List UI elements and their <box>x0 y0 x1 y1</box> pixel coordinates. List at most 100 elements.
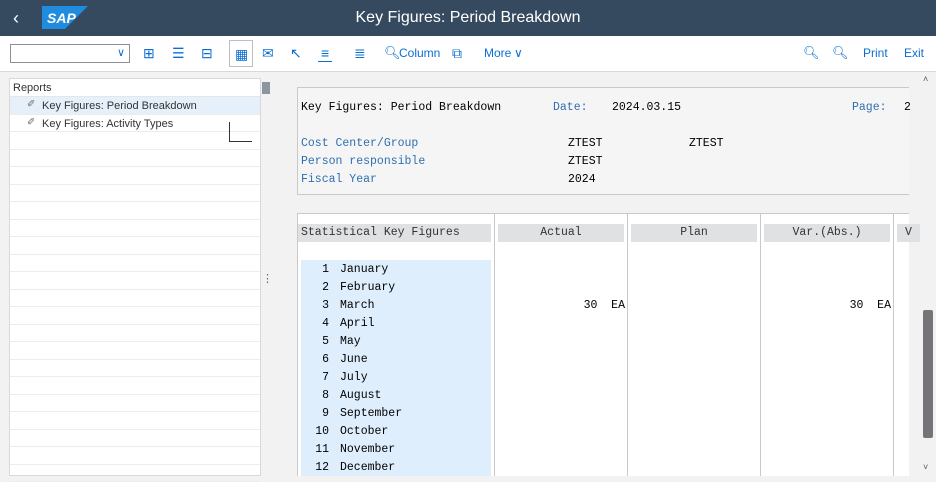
tree-item-period-breakdown[interactable]: ✐ Key Figures: Period Breakdown <box>10 97 260 115</box>
filter-icon[interactable]: ≣ <box>354 45 366 61</box>
tree-empty-row <box>10 412 260 430</box>
tree-empty-row <box>10 465 260 482</box>
mail-icon[interactable]: ✉ <box>262 45 274 61</box>
tree-empty-row <box>10 185 260 203</box>
row-number: 12 <box>278 461 329 474</box>
row-month: April <box>340 317 375 330</box>
row-month: March <box>340 299 375 312</box>
scroll-up-icon[interactable]: ˄ <box>923 74 928 84</box>
column-divider <box>494 213 495 476</box>
field-label-fiscal-year: Fiscal Year <box>301 173 377 186</box>
application-toolbar: ∨ ⊞ ☰ ⊟ ▦ ✉ ↖ ≡ ≣ 🔍︎ Column ⧉ More ∨ 🔍︎ … <box>0 36 936 72</box>
row-actual: 30 EA <box>584 299 625 312</box>
list-view-toggle[interactable]: ▦ <box>229 40 253 67</box>
month-column-highlight <box>301 260 491 476</box>
tree-empty-row <box>10 272 260 290</box>
row-month: December <box>340 461 395 474</box>
row-month: July <box>340 371 368 384</box>
column-header-plan[interactable]: Plan <box>631 224 757 242</box>
column-header-actual[interactable]: Actual <box>498 224 624 242</box>
tree-empty-row <box>10 255 260 273</box>
tree-item-label: Key Figures: Period Breakdown <box>42 100 197 112</box>
row-number: 9 <box>278 407 329 420</box>
row-number: 7 <box>278 371 329 384</box>
column-divider <box>627 213 628 476</box>
scrollbar-thumb[interactable] <box>923 310 933 438</box>
report-title: Key Figures: Period Breakdown <box>301 101 501 114</box>
tree-empty-row <box>10 447 260 465</box>
row-number: 5 <box>278 335 329 348</box>
row-number: 6 <box>278 353 329 366</box>
scroll-down-icon[interactable]: ˅ <box>923 462 928 472</box>
exit-button[interactable]: Exit <box>904 46 924 60</box>
shell-header: ‹ SAP Key Figures: Period Breakdown <box>0 0 936 36</box>
report-icon: ✐ <box>27 117 35 128</box>
tree-empty-row <box>10 430 260 448</box>
tree-empty-row <box>10 360 260 378</box>
row-month: September <box>340 407 402 420</box>
document-icon[interactable]: ☰ <box>172 45 185 61</box>
resize-handle-icon[interactable]: ⋮ <box>262 272 273 285</box>
find-next-icon[interactable]: 🔍︎ <box>832 45 849 61</box>
tree-icon[interactable]: ⊟ <box>201 45 213 61</box>
report-tree: Reports ✐ Key Figures: Period Breakdown … <box>9 78 261 476</box>
column-header-var-abs[interactable]: Var.(Abs.) <box>764 224 890 242</box>
column-header-key-figures[interactable]: Statistical Key Figures <box>298 224 491 242</box>
hierarchy-icon[interactable]: ⊞ <box>143 45 155 61</box>
row-number: 10 <box>278 425 329 438</box>
variant-dropdown[interactable]: ∨ <box>10 44 130 63</box>
splitter-handle[interactable] <box>262 82 270 94</box>
more-chevron-icon[interactable]: ∨ <box>514 46 523 60</box>
page-title: Key Figures: Period Breakdown <box>0 9 936 27</box>
grid-icon: ▦ <box>235 46 248 62</box>
field-value-person: ZTEST <box>568 155 603 168</box>
report-icon: ✐ <box>27 99 35 110</box>
tree-empty-row <box>10 307 260 325</box>
page-label: Page: <box>852 101 887 114</box>
tree-empty-row <box>10 202 260 220</box>
row-month: February <box>340 281 395 294</box>
print-button[interactable]: Print <box>863 46 888 60</box>
search-icon[interactable]: 🔍︎ <box>803 45 820 61</box>
tree-empty-row <box>10 342 260 360</box>
column-header-var-pct[interactable]: V <box>897 224 920 242</box>
vertical-scrollbar[interactable]: ˄ ˅ <box>920 72 936 476</box>
row-number: 8 <box>278 389 329 402</box>
row-number: 2 <box>278 281 329 294</box>
tree-empty-row <box>10 220 260 238</box>
cursor-icon[interactable]: ↖ <box>290 45 302 61</box>
row-month: October <box>340 425 388 438</box>
field-value-cost-center-group: ZTEST <box>689 137 724 150</box>
row-month: January <box>340 263 388 276</box>
chevron-down-icon: ∨ <box>117 46 125 59</box>
row-number: 4 <box>278 317 329 330</box>
tree-empty-row <box>10 132 260 150</box>
tree-header: Reports <box>10 79 260 97</box>
page-value: 2 <box>904 101 911 114</box>
tree-empty-row <box>10 167 260 185</box>
column-divider <box>760 213 761 476</box>
row-month: August <box>340 389 381 402</box>
row-var-abs: 30 EA <box>850 299 891 312</box>
tree-item-activity-types[interactable]: ✐ Key Figures: Activity Types <box>10 115 260 133</box>
date-value: 2024.03.15 <box>612 101 681 114</box>
tree-empty-row <box>10 150 260 168</box>
row-month: May <box>340 335 361 348</box>
tree-empty-row <box>10 237 260 255</box>
row-number: 11 <box>278 443 329 456</box>
column-button[interactable]: Column <box>399 46 440 60</box>
tree-empty-row <box>10 377 260 395</box>
tree-empty-row <box>10 290 260 308</box>
tree-item-label: Key Figures: Activity Types <box>42 118 173 130</box>
column-divider <box>893 213 894 476</box>
align-icon[interactable]: ≡ <box>318 45 332 62</box>
field-value-fiscal-year: 2024 <box>568 173 596 186</box>
text-cursor-marker <box>229 122 252 142</box>
field-value-cost-center: ZTEST <box>568 137 603 150</box>
more-button[interactable]: More <box>484 46 511 60</box>
report-output: Key Figures: Period Breakdown Date: 2024… <box>278 78 920 476</box>
tree-empty-row <box>10 325 260 343</box>
tree-empty-row <box>10 395 260 413</box>
row-number: 1 <box>278 263 329 276</box>
export-icon[interactable]: ⧉ <box>452 45 462 61</box>
